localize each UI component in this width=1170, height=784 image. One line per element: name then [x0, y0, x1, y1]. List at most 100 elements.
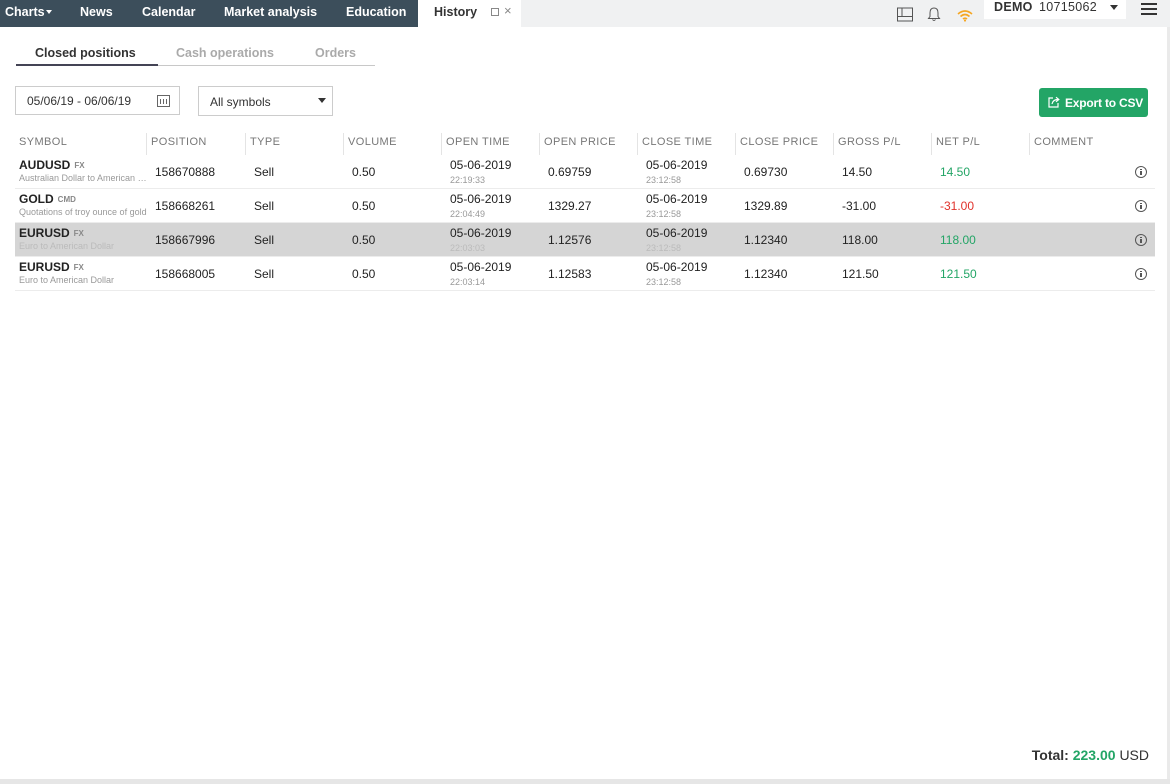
export-icon: [1048, 96, 1060, 108]
symbol-code: EURUSD: [19, 260, 70, 274]
nav-education[interactable]: Education: [346, 0, 406, 27]
symbol-description: Euro to American Dollar: [19, 241, 115, 251]
symbol-code: AUDUSD: [19, 158, 71, 172]
symbol-type-badge: FX: [73, 263, 84, 272]
nav-calendar[interactable]: Calendar: [142, 0, 196, 27]
cell-net-pl: 118.00: [940, 233, 976, 247]
info-icon[interactable]: [1135, 200, 1147, 212]
cell-volume: 0.50: [352, 165, 376, 179]
symbol-filter-select[interactable]: All symbols: [198, 86, 333, 116]
bottom-border: [0, 779, 1170, 784]
close-date: 05-06-2019: [646, 226, 708, 240]
close-time: 23:12:58: [646, 243, 682, 253]
menu-icon[interactable]: [1141, 3, 1157, 15]
col-net-pl[interactable]: NET P/L: [931, 133, 1029, 155]
col-close-time[interactable]: CLOSE TIME: [637, 133, 735, 155]
cell-position: 158668261: [155, 199, 216, 213]
total-amount: 223.00: [1072, 747, 1116, 763]
info-icon[interactable]: [1135, 166, 1147, 178]
close-date: 05-06-2019: [646, 158, 708, 172]
cell-position: 158668005: [155, 267, 216, 281]
cell-type: Sell: [254, 199, 275, 213]
symbol-description: Euro to American Dollar: [19, 275, 115, 285]
symbol-name: EURUSD FX: [19, 260, 84, 274]
open-date: 05-06-2019: [450, 158, 512, 172]
symbol-description: Quotations of troy ounce of gold: [19, 207, 147, 217]
cell-type: Sell: [254, 267, 275, 281]
symbol-code: GOLD: [19, 192, 54, 206]
main-nav: Charts News Calendar Market analysis Edu…: [0, 0, 418, 27]
nav-charts[interactable]: Charts: [5, 0, 52, 27]
nav-news[interactable]: News: [80, 0, 113, 27]
tab-orders[interactable]: Orders: [315, 46, 356, 60]
chevron-down-icon: [45, 9, 52, 14]
col-open-time[interactable]: OPEN TIME: [441, 133, 539, 155]
info-icon[interactable]: [1135, 268, 1147, 280]
export-csv-label: Export to CSV: [1065, 96, 1144, 110]
col-type[interactable]: TYPE: [245, 133, 343, 155]
cell-position: 158670888: [155, 165, 216, 179]
table-row[interactable]: EURUSD FX Euro to American Dollar 158667996…: [15, 223, 1155, 257]
tab-cash-operations[interactable]: Cash operations: [176, 46, 274, 60]
cell-open-price: 1.12583: [548, 267, 592, 281]
export-csv-button[interactable]: Export to CSV: [1039, 88, 1148, 117]
open-time: 22:19:33: [450, 175, 486, 185]
table-row[interactable]: GOLD CMD Quotations of troy ounce of gold 1…: [15, 189, 1155, 223]
col-gross-pl[interactable]: GROSS P/L: [833, 133, 931, 155]
open-time: 22:03:14: [450, 277, 486, 287]
col-position[interactable]: POSITION: [146, 133, 245, 155]
col-volume[interactable]: VOLUME: [343, 133, 441, 155]
cell-net-pl: 121.50: [940, 267, 977, 281]
close-time: 23:12:58: [646, 209, 682, 219]
cell-type: Sell: [254, 165, 275, 179]
cell-gross-pl: 14.50: [842, 165, 873, 179]
chevron-down-icon: [1110, 5, 1118, 10]
layout-icon[interactable]: [897, 1, 913, 28]
table-row[interactable]: EURUSD FX Euro to American Dollar 158668005…: [15, 257, 1155, 291]
cell-net-pl: -31.00: [940, 199, 975, 213]
col-close-price[interactable]: CLOSE PRICE: [735, 133, 833, 155]
info-icon[interactable]: [1135, 234, 1147, 246]
tab-history-label: History: [434, 5, 478, 19]
cell-volume: 0.50: [352, 267, 376, 281]
table-header: SYMBOL POSITION TYPE VOLUME OPEN TIME OP…: [15, 133, 1155, 155]
open-time: 22:03:03: [450, 243, 486, 253]
account-selector[interactable]: DEMO 10715062: [984, 0, 1126, 19]
cell-gross-pl: 121.50: [842, 267, 879, 281]
chevron-down-icon: [318, 98, 326, 103]
col-symbol[interactable]: SYMBOL: [15, 133, 146, 155]
date-range-picker[interactable]: 05/06/19 - 06/06/19: [15, 86, 180, 115]
cell-volume: 0.50: [352, 199, 376, 213]
maximize-icon[interactable]: [491, 8, 499, 16]
close-date: 05-06-2019: [646, 260, 708, 274]
col-open-price[interactable]: OPEN PRICE: [539, 133, 637, 155]
symbol-type-badge: FX: [74, 161, 85, 170]
account-number: 10715062: [1039, 0, 1098, 14]
signal-icon: [957, 10, 973, 22]
symbol-filter-value: All symbols: [210, 95, 271, 109]
symbol-name: EURUSD FX: [19, 226, 84, 240]
tab-closed-positions[interactable]: Closed positions: [35, 46, 136, 60]
symbol-code: EURUSD: [19, 226, 70, 240]
total-summary: Total: 223.00 USD: [1032, 747, 1149, 763]
close-time: 23:12:58: [646, 175, 682, 185]
bell-icon[interactable]: [927, 1, 941, 28]
cell-close-price: 1.12340: [744, 267, 788, 281]
table-row[interactable]: AUDUSD FX Australian Dollar to American Do…: [15, 155, 1155, 189]
nav-market-analysis[interactable]: Market analysis: [224, 0, 317, 27]
cell-net-pl: 14.50: [940, 165, 971, 179]
cell-close-price: 1.12340: [744, 233, 788, 247]
tab-history[interactable]: History ×: [418, 0, 521, 27]
col-comment[interactable]: COMMENT: [1029, 133, 1155, 155]
calendar-icon[interactable]: [157, 95, 170, 107]
nav-charts-label: Charts: [5, 5, 45, 19]
open-time: 22:04:49: [450, 209, 486, 219]
open-date: 05-06-2019: [450, 260, 512, 274]
symbol-name: GOLD CMD: [19, 192, 76, 206]
symbol-type-badge: FX: [73, 229, 84, 238]
close-date: 05-06-2019: [646, 192, 708, 206]
cell-close-price: 0.69730: [744, 165, 788, 179]
close-icon[interactable]: ×: [504, 3, 512, 19]
symbol-type-badge: CMD: [57, 195, 76, 204]
cell-type: Sell: [254, 233, 275, 247]
